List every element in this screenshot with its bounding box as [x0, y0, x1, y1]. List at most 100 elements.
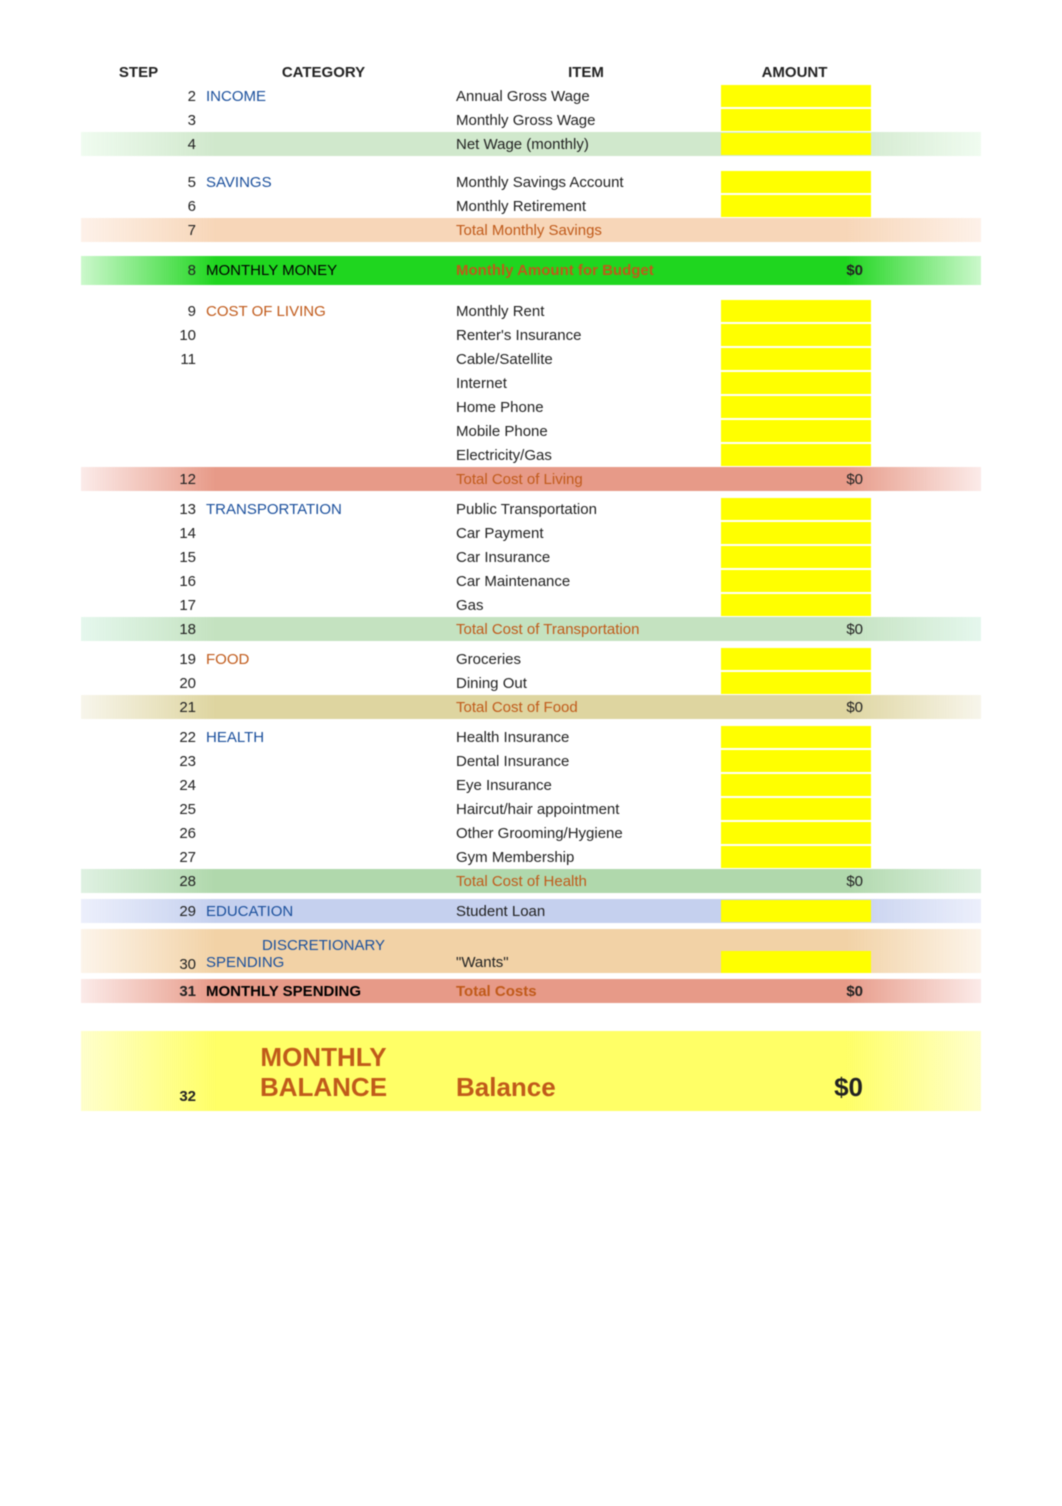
- table-row: 14 Car Payment: [81, 521, 981, 545]
- category-label-line1: DISCRETIONARY: [206, 937, 441, 954]
- amount-input[interactable]: [721, 951, 871, 973]
- category-label: FOOD: [201, 649, 451, 670]
- step-number: 22: [81, 729, 201, 746]
- step-number: 7: [81, 222, 201, 239]
- amount-value: [721, 228, 871, 232]
- step-number: 9: [81, 303, 201, 320]
- category-label: [201, 531, 451, 535]
- step-number: 2: [81, 88, 201, 105]
- category-label: MONTHLY SPENDING: [201, 981, 451, 1002]
- step-number: 19: [81, 651, 201, 668]
- table-row: 5 SAVINGS Monthly Savings Account: [81, 170, 981, 194]
- table-row: 23 Dental Insurance: [81, 749, 981, 773]
- category-label: [201, 783, 451, 787]
- category-label: [201, 855, 451, 859]
- item-label: Total Costs: [451, 981, 721, 1002]
- amount-input[interactable]: [721, 774, 871, 796]
- item-label: Annual Gross Wage: [451, 86, 721, 107]
- item-label: Total Monthly Savings: [451, 220, 721, 241]
- category-label: MONTHLY MONEY: [201, 256, 451, 285]
- amount-value: $0: [721, 256, 871, 285]
- item-label: Health Insurance: [451, 727, 721, 748]
- amount-input[interactable]: [721, 522, 871, 544]
- category-label: [201, 759, 451, 763]
- table-row: 24 Eye Insurance: [81, 773, 981, 797]
- amount-input[interactable]: [721, 85, 871, 107]
- category-label: [201, 333, 451, 337]
- item-label: Cable/Satellite: [451, 349, 721, 370]
- item-label: Public Transportation: [451, 499, 721, 520]
- amount-value: $0: [721, 697, 871, 718]
- amount-input[interactable]: [721, 109, 871, 131]
- amount-input[interactable]: [721, 798, 871, 820]
- step-number: 14: [81, 525, 201, 542]
- item-label: Gym Membership: [451, 847, 721, 868]
- amount-input[interactable]: [721, 546, 871, 568]
- category-label: [201, 142, 451, 146]
- category-label: [201, 405, 451, 409]
- table-row: 11 Cable/Satellite: [81, 347, 981, 371]
- category-label: MONTHLY BALANCE: [201, 1041, 451, 1105]
- step-number: 11: [81, 351, 201, 368]
- amount-input[interactable]: [721, 133, 871, 155]
- amount-input[interactable]: [721, 372, 871, 394]
- amount-input[interactable]: [721, 396, 871, 418]
- amount-input[interactable]: [721, 648, 871, 670]
- table-header-row: STEP CATEGORY ITEM AMOUNT: [81, 60, 981, 84]
- amount-input[interactable]: [721, 594, 871, 616]
- table-row-total: 21 Total Cost of Food $0: [81, 695, 981, 719]
- category-label: [201, 579, 451, 583]
- table-row-monthly-balance: 32 MONTHLY BALANCE Balance $0: [81, 1031, 981, 1111]
- amount-input[interactable]: [721, 420, 871, 442]
- item-label: Car Maintenance: [451, 571, 721, 592]
- step-number: 10: [81, 327, 201, 344]
- item-label: Monthly Retirement: [451, 196, 721, 217]
- step-number: 25: [81, 801, 201, 818]
- step-number: 31: [81, 983, 201, 1000]
- amount-input[interactable]: [721, 822, 871, 844]
- step-number: 15: [81, 549, 201, 566]
- item-label: Haircut/hair appointment: [451, 799, 721, 820]
- table-row: 10 Renter's Insurance: [81, 323, 981, 347]
- category-label: [201, 429, 451, 433]
- category-label: [201, 357, 451, 361]
- item-label: Groceries: [451, 649, 721, 670]
- amount-input[interactable]: [721, 195, 871, 217]
- item-label: Balance: [451, 1070, 721, 1105]
- budget-table: STEP CATEGORY ITEM AMOUNT 2 INCOME Annua…: [81, 60, 981, 1111]
- step-number: 12: [81, 471, 201, 488]
- item-label: Dental Insurance: [451, 751, 721, 772]
- category-label-line2: SPENDING: [206, 954, 441, 971]
- amount-input[interactable]: [721, 171, 871, 193]
- step-number: 17: [81, 597, 201, 614]
- amount-value: $0: [721, 871, 871, 892]
- category-label-line1: MONTHLY: [206, 1043, 441, 1073]
- step-number: 8: [81, 262, 201, 279]
- category-label: SAVINGS: [201, 172, 451, 193]
- amount-input[interactable]: [721, 300, 871, 322]
- item-label: Monthly Amount for Budget: [451, 256, 721, 285]
- item-label: Car Payment: [451, 523, 721, 544]
- table-row: Home Phone: [81, 395, 981, 419]
- category-label: EDUCATION: [201, 901, 451, 922]
- amount-input[interactable]: [721, 900, 871, 922]
- amount-input[interactable]: [721, 444, 871, 466]
- amount-input[interactable]: [721, 570, 871, 592]
- step-number: 16: [81, 573, 201, 590]
- item-label: Total Cost of Health: [451, 871, 721, 892]
- category-label: [201, 627, 451, 631]
- amount-input[interactable]: [721, 672, 871, 694]
- amount-input[interactable]: [721, 324, 871, 346]
- amount-input[interactable]: [721, 726, 871, 748]
- item-label: Electricity/Gas: [451, 445, 721, 466]
- category-label: DISCRETIONARY SPENDING: [201, 935, 451, 973]
- amount-input[interactable]: [721, 498, 871, 520]
- table-row: 4 Net Wage (monthly): [81, 132, 981, 156]
- header-amount: AMOUNT: [721, 62, 871, 83]
- amount-input[interactable]: [721, 750, 871, 772]
- amount-input[interactable]: [721, 348, 871, 370]
- amount-input[interactable]: [721, 846, 871, 868]
- item-label: Home Phone: [451, 397, 721, 418]
- item-label: Internet: [451, 373, 721, 394]
- category-label: TRANSPORTATION: [201, 499, 451, 520]
